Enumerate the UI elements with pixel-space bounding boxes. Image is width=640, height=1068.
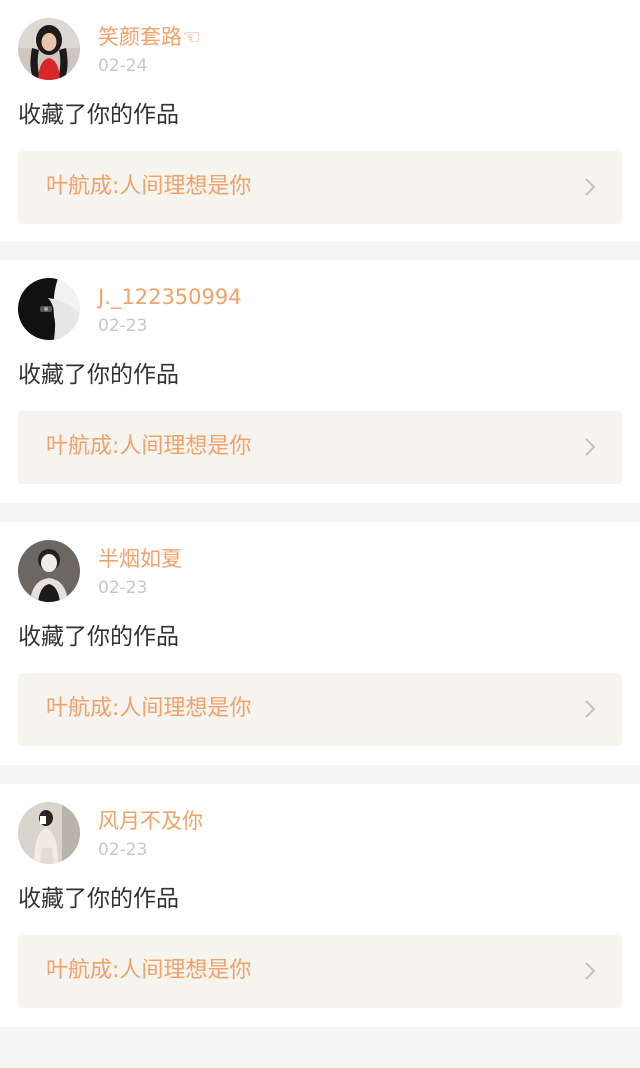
chevron-right-icon — [584, 437, 596, 457]
notification-card: 笑颜套路☜ 02-24 收藏了你的作品 叶航成:人间理想是你 — [0, 0, 640, 241]
notification-list: 笑颜套路☜ 02-24 收藏了你的作品 叶航成:人间理想是你 J._122350… — [0, 0, 640, 1027]
work-title: 叶航成:人间理想是你 — [46, 174, 252, 199]
user-avatar-icon — [18, 540, 80, 602]
work-title: 叶航成:人间理想是你 — [46, 696, 252, 721]
user-avatar-icon — [18, 18, 80, 80]
chevron-right-icon — [584, 177, 596, 197]
notification-date: 02-23 — [98, 316, 148, 336]
user-avatar[interactable] — [18, 18, 80, 80]
notification-action-text: 收藏了你的作品 — [18, 624, 179, 650]
notification-card: 风月不及你 02-23 收藏了你的作品 叶航成:人间理想是你 — [0, 784, 640, 1027]
user-avatar[interactable] — [18, 540, 80, 602]
username[interactable]: J._122350994 — [98, 284, 242, 310]
username[interactable]: 半烟如夏 — [98, 546, 182, 572]
username[interactable]: 笑颜套路☜ — [98, 24, 201, 50]
notification-card: 半烟如夏 02-23 收藏了你的作品 叶航成:人间理想是你 — [0, 522, 640, 765]
user-avatar[interactable] — [18, 802, 80, 864]
username[interactable]: 风月不及你 — [98, 808, 203, 834]
user-avatar[interactable] — [18, 278, 80, 340]
user-avatar-icon — [18, 278, 80, 340]
work-link[interactable]: 叶航成:人间理想是你 — [18, 151, 622, 224]
work-link[interactable]: 叶航成:人间理想是你 — [18, 411, 622, 484]
notification-date: 02-24 — [98, 56, 148, 76]
notification-action-text: 收藏了你的作品 — [18, 886, 179, 912]
chevron-right-icon — [584, 699, 596, 719]
notification-card: J._122350994 02-23 收藏了你的作品 叶航成:人间理想是你 — [0, 260, 640, 503]
work-link[interactable]: 叶航成:人间理想是你 — [18, 673, 622, 746]
work-link[interactable]: 叶航成:人间理想是你 — [18, 935, 622, 1008]
notification-date: 02-23 — [98, 840, 148, 860]
chevron-right-icon — [584, 961, 596, 981]
notification-action-text: 收藏了你的作品 — [18, 102, 179, 128]
work-title: 叶航成:人间理想是你 — [46, 958, 252, 983]
work-title: 叶航成:人间理想是你 — [46, 434, 252, 459]
notification-action-text: 收藏了你的作品 — [18, 362, 179, 388]
user-avatar-icon — [18, 802, 80, 864]
notification-date: 02-23 — [98, 578, 148, 598]
